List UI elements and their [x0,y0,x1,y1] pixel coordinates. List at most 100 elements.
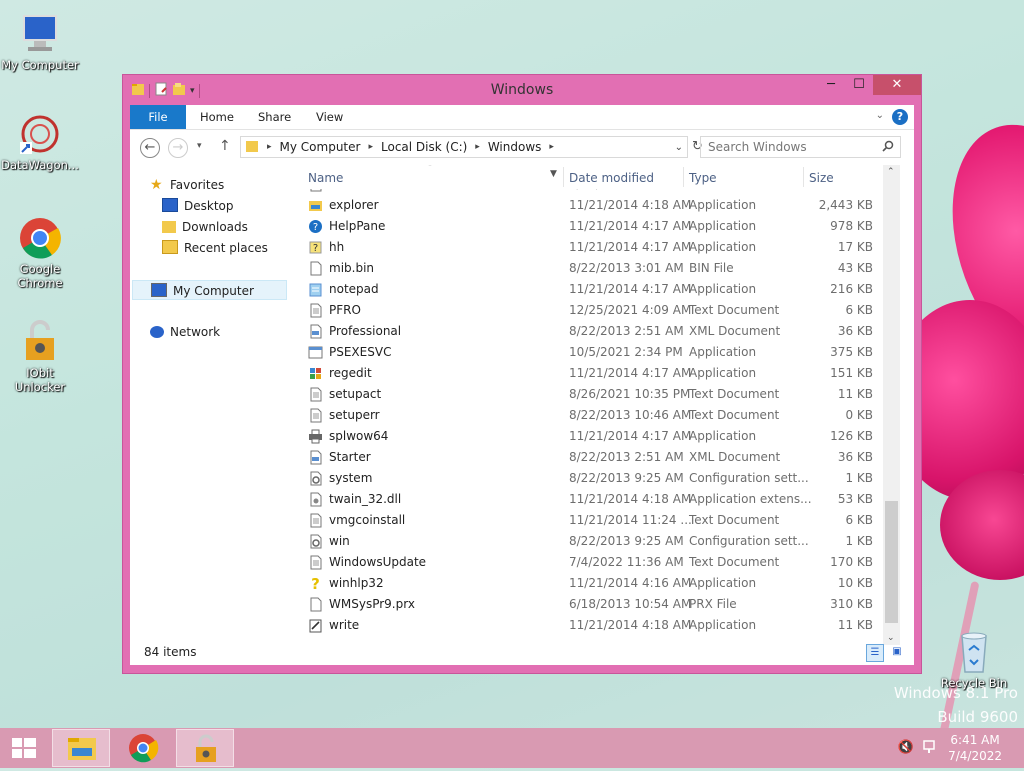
file-name: notepad [329,282,379,296]
file-size: 11 KB [837,387,873,401]
column-separator[interactable] [803,167,804,187]
xml-icon [308,450,323,465]
address-field[interactable]: ▸ My Computer ▸ Local Disk (C:) ▸ Window… [240,136,688,158]
table-row[interactable]: WMSysPr9.prx 6/18/2013 10:54 AM PRX File 31… [292,594,900,615]
table-row[interactable]: vmgcoinstall 11/21/2014 11:24 ... Text Doc… [292,510,900,531]
nav-network[interactable]: Network [150,322,220,342]
help-icon[interactable]: ? [892,109,908,125]
breadcrumb-chevron-icon[interactable]: ▸ [549,142,554,152]
file-name: vmgcoinstall [329,513,406,527]
table-row[interactable]: Starter 8/22/2013 2:51 AM XML Document 36 K… [292,447,900,468]
file-date: 11/21/2014 4:17 AM [569,429,692,443]
column-size[interactable]: Size [809,171,834,185]
breadcrumb-item[interactable]: My Computer [280,140,361,154]
nav-my-computer[interactable]: My Computer [132,280,287,300]
tab-share[interactable]: Share [258,105,291,129]
column-name[interactable]: Name [308,171,343,185]
file-name: Professional [329,324,402,338]
scroll-down-icon[interactable]: ⌄ [887,633,895,643]
downloads-icon [162,221,176,233]
breadcrumb-chevron-icon[interactable]: ▸ [475,142,480,152]
file-type: XML Document [689,324,781,338]
taskbar-file-explorer[interactable] [52,729,110,767]
computer-icon [151,283,167,297]
title-bar[interactable]: ▾ Windows ─ ☐ ✕ [123,75,921,105]
desktop-icon-iobit[interactable]: IObit Unlocker [0,320,80,394]
table-row[interactable]: win 8/22/2013 9:25 AM Configuration sett..… [292,531,900,552]
forward-button[interactable]: → [168,138,188,158]
file-type: Application [689,282,757,296]
file-type: Text Document [689,408,780,422]
table-row[interactable]: mib.bin 8/22/2013 3:01 AM BIN File 43 KB [292,258,900,279]
nav-label: Desktop [184,199,234,213]
start-button[interactable] [0,729,48,767]
taskbar-iobit-unlocker[interactable] [176,729,234,767]
breadcrumb-chevron-icon[interactable]: ▸ [267,142,272,152]
desktop-icon-my-computer[interactable]: My Computer [0,12,80,72]
table-row[interactable]: twain_32.dll 11/21/2014 4:18 AM Applicatio… [292,489,900,510]
explorer-window[interactable]: ▾ Windows ─ ☐ ✕ File Home Share View ⌄ ?… [122,74,922,674]
table-row[interactable]: write 11/21/2014 4:18 AM Application 11 KB [292,615,900,636]
nav-desktop[interactable]: Desktop [162,196,234,216]
file-list[interactable]: Dtcinstall8/26/2021 10:36 PMText Documen… [292,165,900,645]
xml-icon [308,324,323,339]
table-row[interactable]: setuperr 8/22/2013 10:46 AM Text Document 0… [292,405,900,426]
table-row[interactable]: explorer 11/21/2014 4:18 AM Application 2,4… [292,195,900,216]
table-row[interactable]: regedit 11/21/2014 4:17 AM Application 151 … [292,363,900,384]
table-row[interactable]: ? hh 11/21/2014 4:17 AM Application 17 KB [292,237,900,258]
breadcrumb-item[interactable]: Local Disk (C:) [381,140,467,154]
table-row[interactable]: splwow64 11/21/2014 4:17 AM Application 126… [292,426,900,447]
tab-home[interactable]: Home [200,105,234,129]
nav-downloads[interactable]: Downloads [162,217,248,237]
table-row[interactable]: PSEXESVC 10/5/2021 2:34 PM Application 375 … [292,342,900,363]
table-row[interactable]: system 8/22/2013 9:25 AM Configuration set… [292,468,900,489]
nav-recent[interactable]: Recent places [162,238,268,258]
maximize-button[interactable]: ☐ [845,75,873,95]
up-button[interactable]: ↑ [219,138,231,154]
desktop-icon-chrome[interactable]: Google Chrome [0,216,80,290]
breadcrumb-chevron-icon[interactable]: ▸ [368,142,373,152]
column-separator[interactable] [683,167,684,187]
vertical-scrollbar[interactable]: ⌃ ⌄ [883,165,900,645]
table-row[interactable]: ? winhlp32 11/21/2014 4:16 AM Application 10… [292,573,900,594]
minimize-button[interactable]: ─ [817,75,845,95]
clock[interactable]: 6:41 AM 7/4/2022 [948,732,1002,764]
details-view-icon[interactable]: ☰ [866,644,884,662]
large-icons-view-icon[interactable]: ▣ [888,644,906,662]
scrollbar-thumb[interactable] [885,501,898,623]
tab-file[interactable]: File [130,105,186,129]
search-input[interactable]: Search Windows [700,136,901,158]
address-dropdown-icon[interactable]: ⌄ [675,142,683,153]
column-separator[interactable] [563,167,564,187]
file-size: 1 KB [845,471,873,485]
scroll-up-icon[interactable]: ⌃ [887,167,895,177]
file-date: 8/22/2013 10:46 AM [569,408,692,422]
desktop-icon-datawagon[interactable]: DataWagon... [0,112,80,172]
file-name: twain_32.dll [329,492,402,506]
back-button[interactable]: ← [140,138,160,158]
breadcrumb-item[interactable]: Windows [488,140,542,154]
file-size: 978 KB [830,219,873,233]
close-button[interactable]: ✕ [873,75,921,95]
table-row[interactable]: WindowsUpdate 7/4/2022 11:36 AM Text Docum… [292,552,900,573]
recent-locations-icon[interactable]: ▾ [197,141,202,151]
tab-view[interactable]: View [316,105,343,129]
table-row[interactable]: ? HelpPane 11/21/2014 4:17 AM Application 97… [292,216,900,237]
column-name-dropdown-icon[interactable]: ▼ [550,169,557,179]
taskbar-chrome[interactable] [114,729,172,767]
chrome-icon [129,734,159,763]
desktop-icon-recycle-bin[interactable]: Recycle Bin [934,630,1014,690]
file-size: 216 KB [830,282,873,296]
column-date[interactable]: Date modified [569,171,654,185]
table-row[interactable]: PFRO 12/25/2021 4:09 AM Text Document 6 KB [292,300,900,321]
column-type[interactable]: Type [689,171,717,185]
table-row[interactable]: Professional 8/22/2013 2:51 AM XML Documen… [292,321,900,342]
table-row[interactable]: notepad 11/21/2014 4:17 AM Application 216 … [292,279,900,300]
file-size: 36 KB [837,324,873,338]
expand-ribbon-icon[interactable]: ⌄ [876,110,884,121]
table-row[interactable]: setupact 8/26/2021 10:35 PM Text Document 1… [292,384,900,405]
volume-muted-icon[interactable]: 🔇 [898,740,914,755]
network-tray-icon[interactable] [922,739,938,758]
nav-favorites[interactable]: ★ Favorites [150,175,224,195]
nav-label: Network [170,325,221,339]
